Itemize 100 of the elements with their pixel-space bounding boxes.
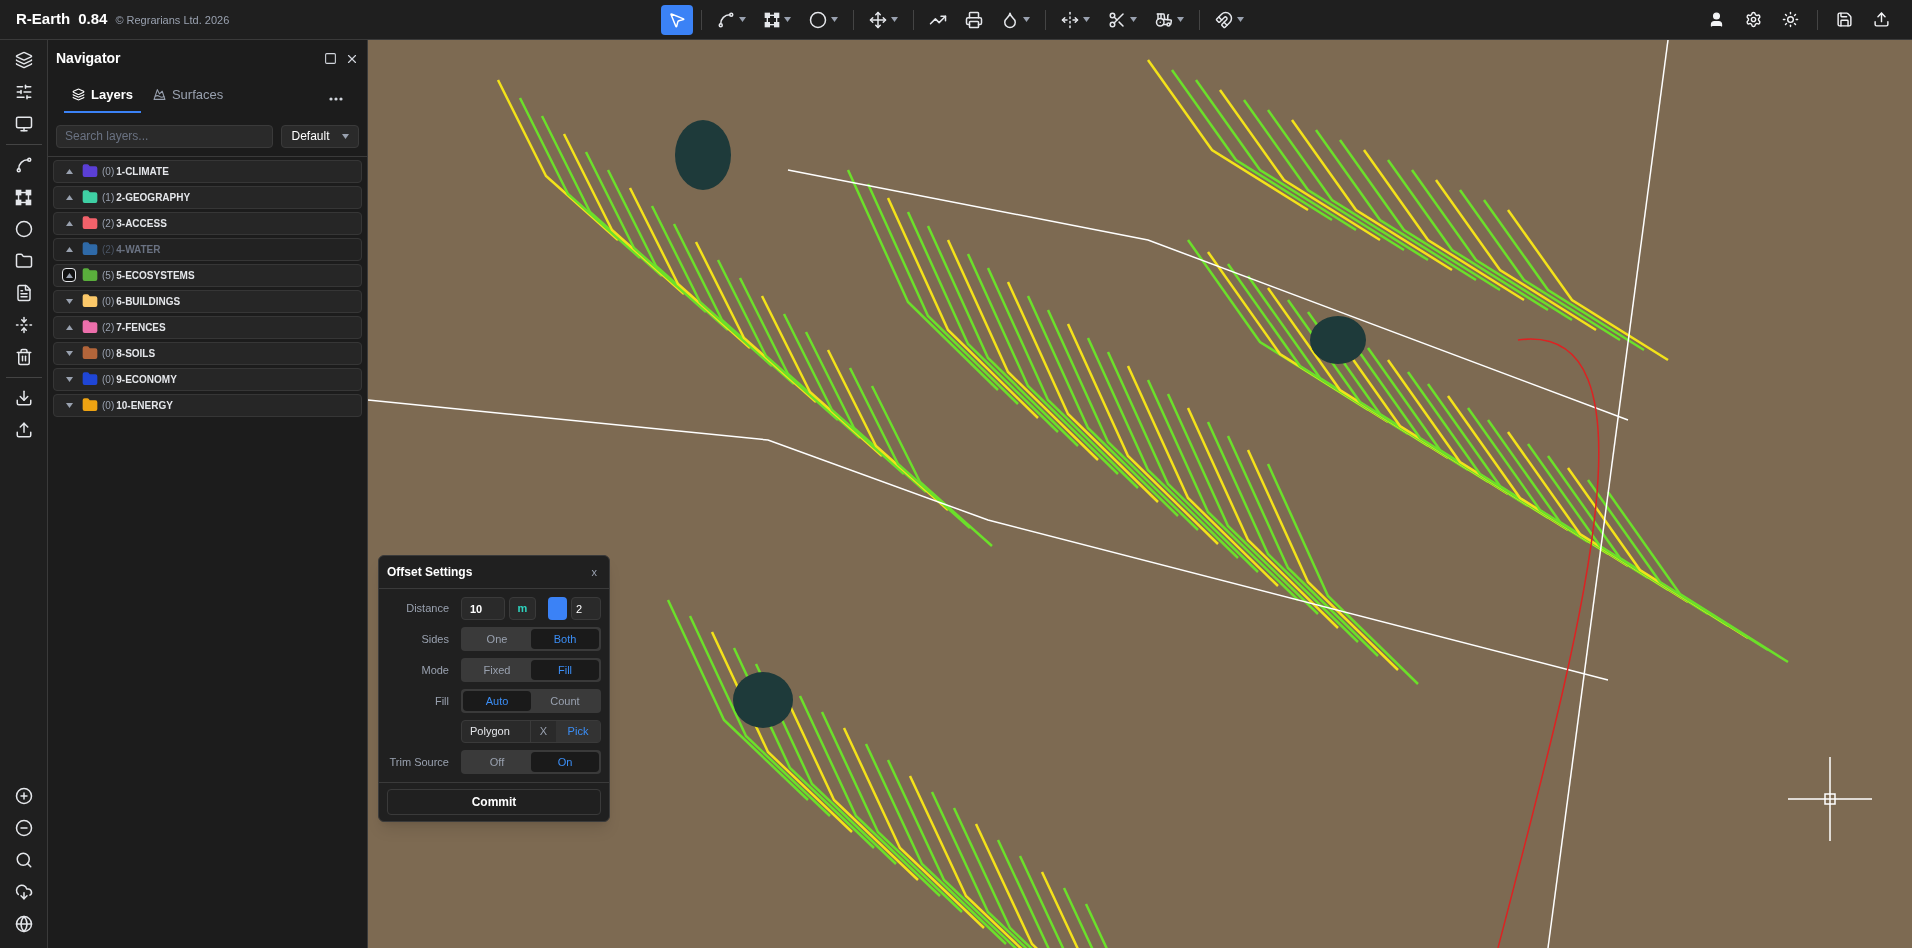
layer-row[interactable]: (1) 2-GEOGRAPHY: [53, 185, 362, 209]
square-icon: [324, 52, 337, 65]
layer-row[interactable]: (2) 3-ACCESS: [53, 211, 362, 235]
layers-icon: [72, 88, 85, 102]
dropdown-caret-icon: [1130, 17, 1137, 22]
dropdown-caret-icon: [1023, 17, 1030, 22]
segment-option[interactable]: Off: [463, 752, 531, 772]
unit-button[interactable]: m: [509, 597, 536, 620]
expand-toggle[interactable]: [62, 268, 76, 282]
caret-icon: [65, 168, 73, 174]
caret-icon: [65, 246, 73, 252]
layer-count: (5): [102, 268, 115, 283]
preset-dropdown[interactable]: Default: [281, 124, 359, 148]
toolbar-tool-button[interactable]: [661, 4, 693, 35]
layer-count: (2): [102, 320, 115, 335]
field-label: Sides: [420, 631, 450, 647]
layer-count: (2): [102, 242, 115, 257]
field-label: Trim Source: [388, 754, 450, 770]
color-swatch[interactable]: [548, 597, 567, 620]
layer-row[interactable]: (2) 7-FENCES: [53, 315, 362, 339]
layer-name: 4-WATER: [116, 242, 161, 257]
field-label: Distance: [405, 601, 450, 617]
segment-option[interactable]: Fixed: [463, 660, 531, 680]
panel-tab[interactable]: Layers: [64, 85, 141, 113]
layer-count: (0): [102, 398, 115, 413]
field-label: Mode: [420, 662, 450, 678]
commit-button[interactable]: Commit: [387, 789, 601, 815]
caret-icon: [65, 402, 73, 408]
layers-icon: [14, 51, 33, 69]
dropdown-caret-icon: [739, 17, 746, 22]
layer-count: (1): [102, 190, 115, 205]
caret-icon: [65, 350, 73, 356]
layer-name: 3-ACCESS: [116, 216, 167, 231]
tractor-icon: [1155, 10, 1173, 29]
caret-icon: [65, 376, 73, 382]
field-label: Fill: [433, 693, 450, 709]
polyline-icon: [14, 156, 33, 174]
polyline-icon: [717, 10, 735, 29]
layer-name: 5-ECOSYSTEMS: [116, 268, 195, 283]
upload-icon: [14, 421, 33, 439]
maximize-button[interactable]: [324, 52, 337, 65]
layer-row[interactable]: (0) 6-BUILDINGS: [53, 289, 362, 313]
circle-icon: [809, 10, 827, 29]
polygon-nodes-icon: [764, 11, 780, 28]
segment-option[interactable]: Fill: [531, 660, 599, 680]
magnet-icon: [1215, 10, 1233, 29]
segment-option[interactable]: Count: [531, 691, 599, 711]
layer-count: (0): [102, 372, 115, 387]
caret-icon: [65, 272, 73, 278]
scissors-icon: [1108, 10, 1126, 29]
monitor-icon: [14, 115, 33, 133]
segment-option[interactable]: Both: [531, 629, 599, 649]
caret-icon: [341, 133, 349, 139]
app-version: 0.84: [78, 9, 108, 30]
layer-count: (0): [102, 346, 115, 361]
droplet-icon: [1001, 10, 1019, 29]
layer-name: 1-CLIMATE: [116, 164, 169, 179]
mountains-icon: [152, 88, 166, 102]
caret-icon: [65, 298, 73, 304]
count-field[interactable]: 2: [571, 597, 601, 620]
layer-row[interactable]: (0) 10-ENERGY: [53, 393, 362, 417]
circle-icon: [14, 220, 33, 238]
layer-name: 2-GEOGRAPHY: [116, 190, 191, 205]
cloud-download-icon: [14, 883, 33, 901]
polygon-nodes-icon: [15, 188, 32, 206]
panel-tab[interactable]: Surfaces: [144, 85, 232, 113]
layer-row[interactable]: (0) 1-CLIMATE: [53, 159, 362, 183]
download-icon: [14, 389, 33, 407]
dropdown-caret-icon: [1237, 17, 1244, 22]
fold-vertical-icon: [14, 316, 33, 334]
document-icon: [14, 284, 33, 302]
search-icon: [14, 851, 33, 869]
layer-row[interactable]: (0) 8-SOILS: [53, 341, 362, 365]
folder-icon: [14, 252, 33, 270]
segment-option[interactable]: One: [463, 629, 531, 649]
settings-icon: [1745, 11, 1762, 28]
zoom-out-icon: [14, 819, 33, 837]
distance-field[interactable]: 10: [461, 597, 505, 620]
dropdown-caret-icon: [1083, 17, 1090, 22]
caret-icon: [65, 324, 73, 330]
more-button[interactable]: [329, 96, 343, 101]
panel-title: Navigator: [56, 49, 121, 68]
dialog-title: Offset Settings: [387, 564, 473, 581]
upload-icon: [1873, 11, 1890, 28]
segment-option[interactable]: Auto: [463, 691, 531, 711]
layer-count: (0): [102, 164, 115, 179]
dropdown-caret-icon: [831, 17, 838, 22]
layer-count: (0): [102, 294, 115, 309]
segment-option[interactable]: On: [531, 752, 599, 772]
sliders-icon: [14, 83, 33, 101]
crosshair-icon: [1788, 757, 1872, 841]
dropdown-caret-icon: [1177, 17, 1184, 22]
copyright-text: © Regrarians Ltd. 2026: [115, 13, 230, 29]
pointer-icon: [668, 10, 686, 29]
layer-row[interactable]: (5) 5-ECOSYSTEMS: [53, 263, 362, 287]
dropdown-caret-icon: [891, 17, 898, 22]
layer-row[interactable]: (0) 9-ECONOMY: [53, 367, 362, 391]
dialog-close-button[interactable]: x: [591, 563, 597, 581]
search-field[interactable]: Search layers...: [56, 124, 273, 148]
app-name: R-Earth: [16, 9, 71, 30]
